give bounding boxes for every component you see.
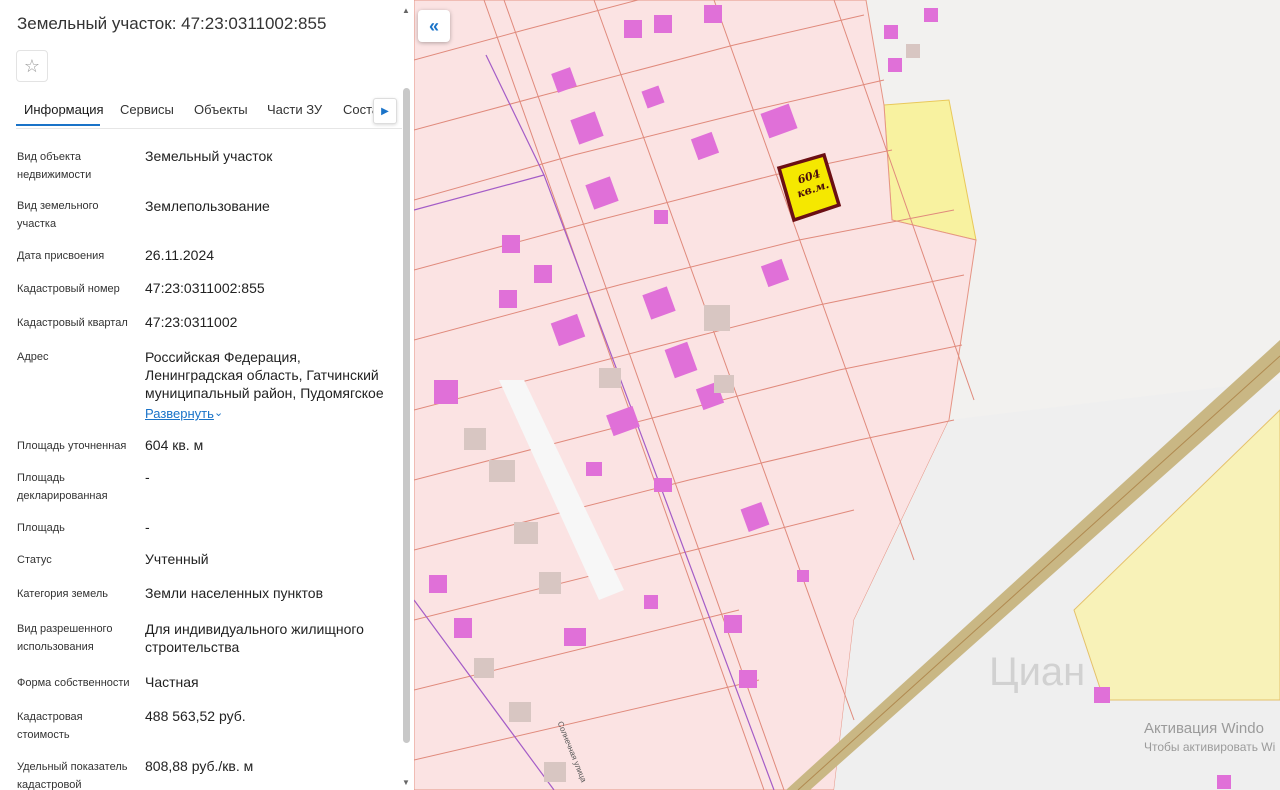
page-title: Земельный участок: 47:23:0311002:855 — [17, 14, 327, 33]
tab-info[interactable]: Информация — [24, 102, 104, 117]
value-permitted-use: Для индивидуального жилищного строительс… — [145, 621, 364, 655]
label-permitted-use: Вид разрешенного использования — [17, 623, 113, 653]
tab-services[interactable]: Сервисы — [120, 102, 174, 117]
value-status: Учтенный — [145, 551, 209, 567]
activation-title: Активация Windo — [1144, 720, 1264, 737]
star-icon: ☆ — [23, 55, 41, 76]
chevron-down-icon[interactable]: ⌄ — [214, 406, 223, 419]
label-ownership: Форма собственности — [17, 677, 130, 689]
value-cadastral-quarter: 47:23:0311002 — [145, 314, 238, 330]
value-cadastral-number: 47:23:0311002:855 — [145, 280, 265, 296]
label-object-type: Вид объекта недвижимости — [17, 151, 92, 181]
label-cadastral-quarter: Кадастровый квартал — [17, 317, 128, 329]
tab-parts[interactable]: Части ЗУ — [267, 102, 322, 117]
value-area: - — [145, 519, 150, 535]
cadastral-map[interactable]: 604 кв.м. Солнечная улица Циан Активация… — [414, 0, 1280, 790]
value-address: Российская Федерация, Ленинградская обла… — [145, 349, 384, 401]
tab-objects[interactable]: Объекты — [194, 102, 248, 117]
label-cadastral-value: Кадастровая стоимость — [17, 711, 83, 741]
value-area-specified: 604 кв. м — [145, 437, 204, 453]
chevron-right-icon: ▶ — [381, 105, 389, 117]
value-land-category: Земли населенных пунктов — [145, 585, 324, 601]
scroll-up-arrow[interactable]: ▲ — [402, 6, 410, 15]
expand-address-link[interactable]: Развернуть — [145, 406, 214, 421]
value-cadastral-value: 488 563,52 руб. — [145, 708, 246, 724]
label-address: Адрес — [17, 351, 49, 363]
favorite-button[interactable]: ☆ — [16, 50, 48, 82]
value-land-type: Землепользование — [145, 198, 270, 214]
value-specific-value: 808,88 руб./кв. м — [145, 758, 254, 774]
panel-scrollbar[interactable] — [403, 88, 410, 743]
value-object-type: Земельный участок — [145, 148, 273, 164]
label-land-type: Вид земельного участка — [17, 200, 99, 230]
activation-subtitle: Чтобы активировать Wi — [1144, 740, 1276, 754]
tabs-next-button[interactable]: ▶ — [373, 98, 397, 124]
value-area-declared: - — [145, 469, 150, 485]
active-tab-indicator — [16, 124, 100, 126]
label-status: Статус — [17, 554, 52, 566]
map-canvas[interactable] — [414, 0, 1280, 790]
watermark-logo: Циан — [989, 650, 1086, 694]
label-specific-value: Удельный показатель кадастровой — [17, 761, 128, 790]
label-area: Площадь — [17, 522, 65, 534]
label-assign-date: Дата присвоения — [17, 250, 105, 262]
scroll-down-arrow[interactable]: ▼ — [402, 778, 410, 787]
tab-bar: Информация Сервисы Объекты Части ЗУ Сост… — [16, 96, 402, 129]
collapse-panel-button[interactable]: « — [418, 10, 450, 42]
label-cadastral-number: Кадастровый номер — [17, 283, 120, 295]
label-land-category: Категория земель — [17, 588, 108, 600]
zone-yellow-top — [883, 99, 977, 241]
label-area-declared: Площадь декларированная — [17, 472, 108, 502]
value-assign-date: 26.11.2024 — [145, 247, 215, 263]
value-ownership: Частная — [145, 674, 199, 690]
label-area-specified: Площадь уточненная — [17, 440, 127, 452]
double-chevron-left-icon: « — [428, 15, 439, 36]
info-panel: Земельный участок: 47:23:0311002:855 ☆ И… — [0, 0, 414, 790]
